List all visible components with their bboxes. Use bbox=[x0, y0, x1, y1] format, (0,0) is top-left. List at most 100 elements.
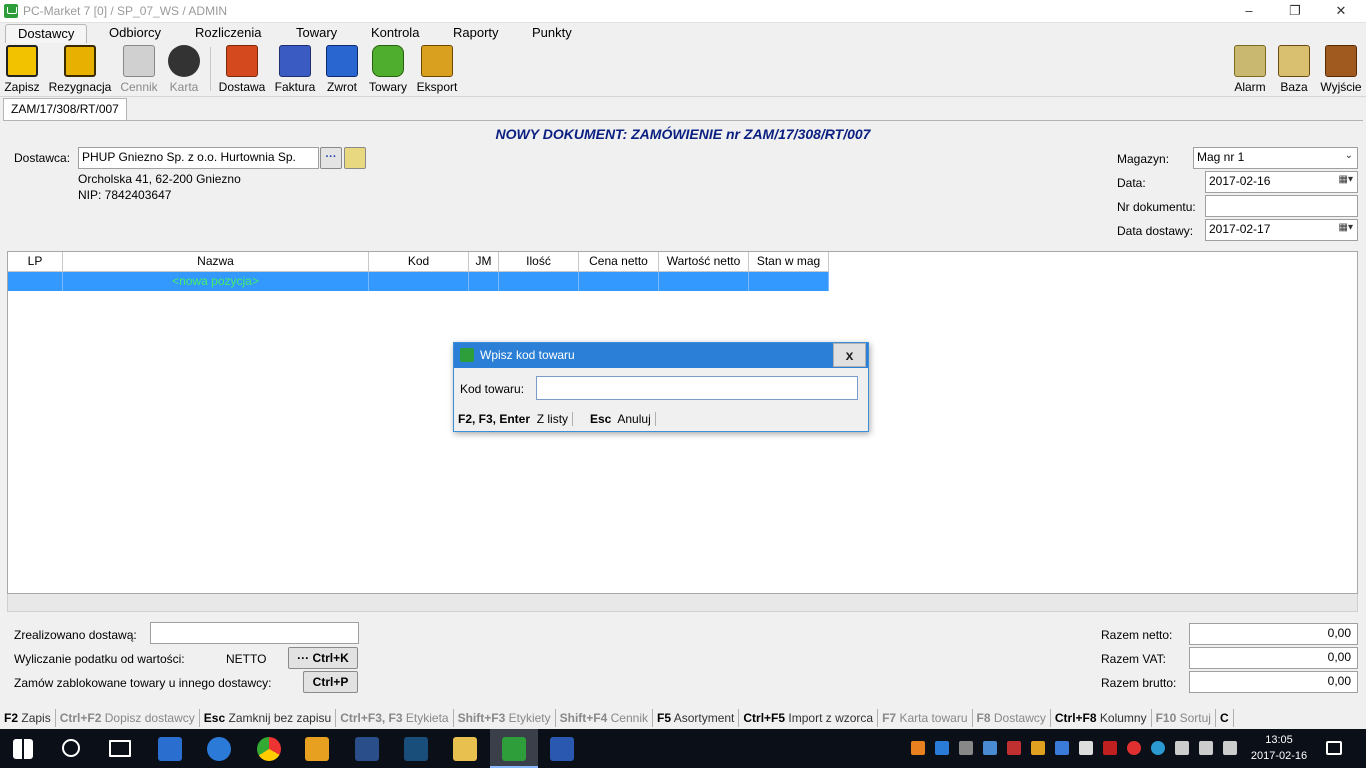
outlook-icon[interactable] bbox=[305, 737, 329, 761]
card-button[interactable]: Karta bbox=[164, 45, 204, 94]
supplier-browse-button[interactable]: ··· bbox=[320, 147, 342, 169]
delivery-date-field[interactable]: 2017-02-17 ▦▾ bbox=[1205, 219, 1358, 241]
docnum-field[interactable] bbox=[1205, 195, 1358, 217]
menu-towary[interactable]: Towary bbox=[290, 25, 343, 40]
enter-code-dialog: Wpisz kod towaru x Kod towaru: F2, F3, E… bbox=[453, 342, 869, 432]
vat-truck-icon bbox=[226, 45, 258, 77]
table-row[interactable] bbox=[8, 272, 63, 291]
network-icon[interactable] bbox=[1199, 741, 1213, 755]
supplier-card-icon[interactable] bbox=[344, 147, 366, 169]
exit-button[interactable]: Wyjście bbox=[1318, 45, 1364, 94]
tray-icon[interactable] bbox=[911, 741, 925, 755]
alarm-button[interactable]: Alarm bbox=[1232, 45, 1268, 94]
shortcut-item[interactable]: Shift+F3 Etykiety bbox=[454, 709, 556, 727]
shortcut-item[interactable]: Ctrl+F5 Import z wzorca bbox=[739, 709, 879, 727]
notifications-icon[interactable] bbox=[1326, 741, 1342, 755]
internet-explorer-icon[interactable] bbox=[207, 737, 231, 761]
cloud-icon[interactable] bbox=[959, 741, 973, 755]
col-kod[interactable]: Kod bbox=[369, 252, 469, 272]
date-field[interactable]: 2017-02-16 ▦▾ bbox=[1205, 171, 1358, 193]
tray-icon[interactable] bbox=[1031, 741, 1045, 755]
windows-start-icon[interactable] bbox=[13, 739, 33, 759]
clock[interactable]: 13:05 2017-02-16 bbox=[1244, 732, 1314, 764]
shortcut-item[interactable]: C bbox=[1216, 709, 1234, 727]
tray-icon[interactable] bbox=[1127, 741, 1141, 755]
delivery-button[interactable]: Dostawa bbox=[216, 45, 268, 94]
tab-document[interactable]: ZAM/17/308/RT/007 bbox=[3, 98, 127, 120]
cancel-button[interactable]: Rezygnacja bbox=[46, 45, 114, 94]
store-icon[interactable] bbox=[158, 737, 182, 761]
table-row[interactable] bbox=[749, 272, 829, 291]
table-row[interactable] bbox=[659, 272, 749, 291]
export-button[interactable]: Eksport bbox=[414, 45, 460, 94]
tray-icon[interactable] bbox=[1079, 741, 1093, 755]
invoice-button[interactable]: Faktura bbox=[272, 45, 318, 94]
tray-icon[interactable] bbox=[1055, 741, 1069, 755]
return-button[interactable]: Zwrot bbox=[324, 45, 360, 94]
shortcut-item[interactable]: F10 Sortuj bbox=[1152, 709, 1216, 727]
menu-dostawcy[interactable]: Dostawcy bbox=[5, 24, 88, 43]
shortcut-item[interactable]: Ctrl+F8 Kolumny bbox=[1051, 709, 1152, 727]
dialog-close-button[interactable]: x bbox=[833, 343, 866, 367]
table-row[interactable] bbox=[499, 272, 579, 291]
shortcut-item[interactable]: F2 Zapis bbox=[0, 709, 56, 727]
supplier-field[interactable]: PHUP Gniezno Sp. z o.o. Hurtownia Sp. bbox=[78, 147, 319, 169]
col-wartosc-netto[interactable]: Wartość netto bbox=[659, 252, 749, 272]
pc-market-taskbar-button[interactable] bbox=[490, 729, 538, 768]
shortcut-item[interactable]: Shift+F4 Cennik bbox=[556, 709, 653, 727]
volume-icon[interactable] bbox=[1223, 741, 1237, 755]
table-row[interactable] bbox=[369, 272, 469, 291]
tray-icon[interactable] bbox=[983, 741, 997, 755]
col-ilosc[interactable]: Ilość bbox=[499, 252, 579, 272]
close-window-button[interactable]: ✕ bbox=[1318, 0, 1364, 23]
task-view-icon[interactable] bbox=[109, 740, 131, 757]
tray-icon[interactable] bbox=[935, 741, 949, 755]
menu-raporty[interactable]: Raporty bbox=[447, 25, 505, 40]
tray-icon[interactable] bbox=[1007, 741, 1021, 755]
ctrl-k-button[interactable]: ··· Ctrl+K bbox=[288, 647, 358, 669]
warehouse-select[interactable]: Mag nr 1 ⌄ bbox=[1193, 147, 1358, 169]
realized-field[interactable] bbox=[150, 622, 359, 644]
tray-icon[interactable] bbox=[1151, 741, 1165, 755]
tray-icon[interactable] bbox=[1103, 741, 1117, 755]
ctrl-p-button[interactable]: Ctrl+P bbox=[303, 671, 358, 693]
minimize-button[interactable]: ‒ bbox=[1226, 0, 1272, 23]
list-shortcut[interactable]: F2, F3, Enter Z listy bbox=[458, 412, 574, 426]
shortcut-item[interactable]: Ctrl+F3, F3 Etykieta bbox=[336, 709, 454, 727]
menu-rozliczenia[interactable]: Rozliczenia bbox=[189, 25, 267, 40]
col-stan-w-mag[interactable]: Stan w mag bbox=[749, 252, 829, 272]
file-explorer-icon[interactable] bbox=[453, 737, 477, 761]
cancel-shortcut[interactable]: Esc Anuluj bbox=[590, 412, 656, 426]
battery-icon[interactable] bbox=[1175, 741, 1189, 755]
shortcut-item[interactable]: F7 Karta towaru bbox=[878, 709, 973, 727]
menu-kontrola[interactable]: Kontrola bbox=[365, 25, 425, 40]
col-nazwa[interactable]: Nazwa bbox=[63, 252, 369, 272]
calendar-icon[interactable]: ▦▾ bbox=[1339, 174, 1353, 185]
shortcut-item[interactable]: F5 Asortyment bbox=[653, 709, 740, 727]
col-cena-netto[interactable]: Cena netto bbox=[579, 252, 659, 272]
col-lp[interactable]: LP bbox=[8, 252, 63, 272]
chevron-down-icon: ⌄ bbox=[1344, 150, 1353, 161]
col-jm[interactable]: JM bbox=[469, 252, 499, 272]
menu-punkty[interactable]: Punkty bbox=[526, 25, 578, 40]
database-button[interactable]: Baza bbox=[1276, 45, 1312, 94]
search-icon[interactable] bbox=[62, 739, 80, 757]
chart-app-icon[interactable] bbox=[404, 737, 428, 761]
restore-button[interactable]: ❐ bbox=[1272, 0, 1318, 23]
goods-button[interactable]: Towary bbox=[366, 45, 410, 94]
save-button[interactable]: Zapisz bbox=[2, 45, 42, 94]
code-input[interactable] bbox=[536, 376, 858, 400]
price-list-button[interactable]: Cennik bbox=[117, 45, 161, 94]
chrome-icon[interactable] bbox=[257, 737, 281, 761]
table-row[interactable] bbox=[469, 272, 499, 291]
table-row[interactable] bbox=[579, 272, 659, 291]
word-icon[interactable] bbox=[550, 737, 574, 761]
new-item-row[interactable]: <nowa pozycja> bbox=[63, 272, 369, 291]
shortcut-item[interactable]: F8 Dostawcy bbox=[973, 709, 1051, 727]
app-icon[interactable] bbox=[355, 737, 379, 761]
menu-odbiorcy[interactable]: Odbiorcy bbox=[103, 25, 167, 40]
shortcut-item[interactable]: Esc Zamknij bez zapisu bbox=[200, 709, 337, 727]
vat-invoice-icon bbox=[279, 45, 311, 77]
shortcut-item[interactable]: Ctrl+F2 Dopisz dostawcy bbox=[56, 709, 200, 727]
calendar-icon[interactable]: ▦▾ bbox=[1339, 222, 1353, 233]
